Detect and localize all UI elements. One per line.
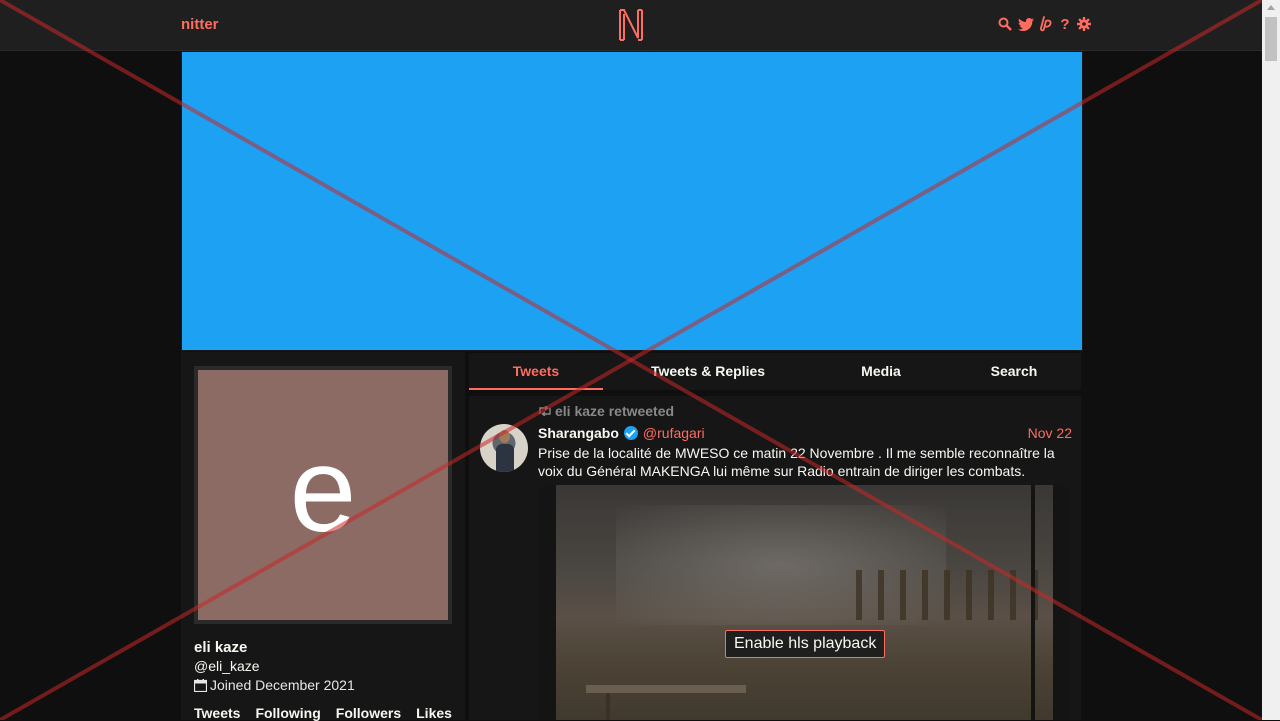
tweet-header: Sharangabo @rufagari Nov 22 bbox=[538, 423, 1072, 443]
profile-username[interactable]: @eli_kaze bbox=[194, 658, 260, 674]
stat-likes[interactable]: Likes bbox=[416, 705, 452, 721]
profile-fullname[interactable]: eli kaze bbox=[194, 639, 247, 656]
gear-icon[interactable] bbox=[1077, 16, 1091, 32]
navbar: nitter ? bbox=[0, 0, 1262, 51]
tab-media[interactable]: Media bbox=[831, 353, 931, 390]
avatar-frame: e bbox=[194, 366, 452, 624]
tweet-fullname[interactable]: Sharangabo bbox=[538, 425, 619, 441]
nitter-brand-link[interactable]: nitter bbox=[181, 16, 219, 33]
profile-card: e eli kaze @eli_kaze Joined December 202… bbox=[181, 352, 465, 721]
nitter-logo-icon[interactable] bbox=[617, 8, 645, 42]
calendar-icon bbox=[194, 678, 207, 692]
retweet-header: eli kaze retweeted bbox=[538, 403, 674, 419]
profile-joined-text: Joined December 2021 bbox=[210, 677, 355, 693]
enable-hls-playback-button[interactable]: Enable hls playback bbox=[725, 630, 886, 658]
tab-search[interactable]: Search bbox=[964, 353, 1064, 390]
tweet-content: Prise de la localité de MWESO ce matin 2… bbox=[538, 445, 1055, 479]
help-icon[interactable]: ? bbox=[1058, 16, 1072, 33]
retweet-text[interactable]: eli kaze retweeted bbox=[555, 403, 674, 419]
tab-tweets-replies[interactable]: Tweets & Replies bbox=[639, 353, 777, 390]
profile-stats: Tweets Following Followers Likes bbox=[194, 705, 452, 721]
avatar-letter: e bbox=[289, 423, 357, 557]
profile-banner[interactable] bbox=[181, 51, 1083, 351]
tweet-media bbox=[538, 485, 1070, 720]
stat-tweets[interactable]: Tweets bbox=[194, 705, 240, 721]
scroll-thumb[interactable] bbox=[1265, 17, 1277, 61]
avatar[interactable]: e bbox=[198, 370, 448, 620]
scroll-up-arrow-icon[interactable] bbox=[1267, 5, 1275, 10]
stat-following[interactable]: Following bbox=[255, 705, 320, 721]
tweet-avatar[interactable] bbox=[480, 424, 528, 472]
timeline-tabs: Tweets Tweets & Replies Media Search bbox=[469, 353, 1081, 390]
nav-icons: ? bbox=[998, 16, 1091, 33]
liberapay-icon[interactable] bbox=[1039, 16, 1053, 32]
retweet-icon bbox=[539, 406, 551, 416]
profile-joined: Joined December 2021 bbox=[194, 677, 355, 693]
video-thumbnail[interactable] bbox=[556, 485, 1053, 720]
stat-followers[interactable]: Followers bbox=[336, 705, 401, 721]
twitter-icon[interactable] bbox=[1017, 16, 1034, 32]
tweet-username[interactable]: @rufagari bbox=[643, 425, 705, 441]
tab-tweets[interactable]: Tweets bbox=[469, 353, 603, 390]
page-scrollbar[interactable] bbox=[1262, 0, 1280, 720]
search-icon[interactable] bbox=[998, 16, 1012, 32]
tweet-date[interactable]: Nov 22 bbox=[1028, 425, 1072, 441]
timeline-item[interactable]: eli kaze retweeted Sharangabo @rufagari … bbox=[469, 396, 1081, 720]
verified-icon bbox=[623, 426, 638, 440]
